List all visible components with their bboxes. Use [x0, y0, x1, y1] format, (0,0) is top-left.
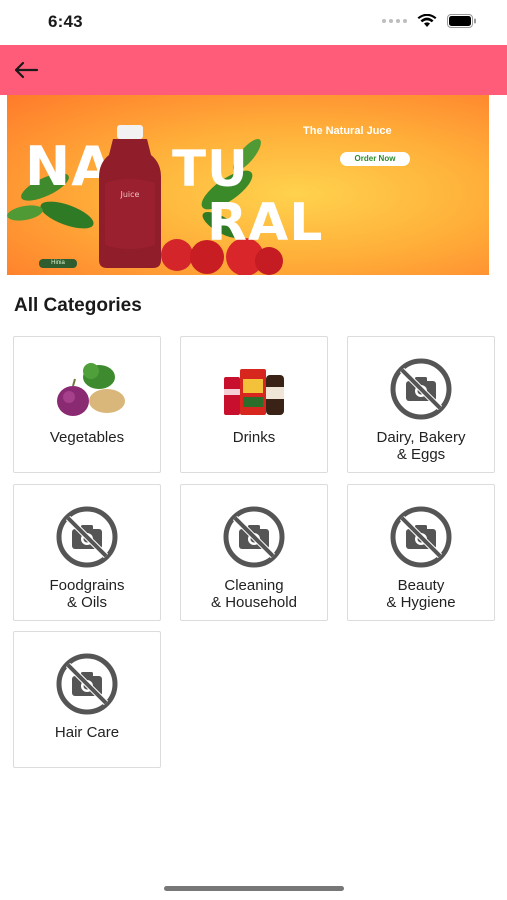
category-label: Beauty & Hygiene	[386, 577, 456, 611]
category-card-vegetables[interactable]: Vegetables	[13, 336, 161, 473]
signal-icon	[382, 19, 407, 23]
banner-tagline: The Natural Juce	[303, 125, 392, 137]
category-card-dairy-bakery-eggs[interactable]: Dairy, Bakery & Eggs	[347, 336, 495, 473]
no-image-icon	[348, 358, 494, 420]
banner-word-ral: RAL	[207, 193, 324, 253]
no-image-icon	[348, 506, 494, 568]
wifi-icon	[417, 14, 437, 27]
home-indicator[interactable]	[164, 886, 344, 891]
status-icons	[382, 14, 477, 28]
category-card-beauty-hygiene[interactable]: Beauty & Hygiene	[347, 484, 495, 621]
no-image-icon	[181, 506, 327, 568]
order-now-button[interactable]: Order Now	[340, 152, 410, 166]
drinks-icon	[181, 359, 327, 419]
category-label: Hair Care	[54, 724, 120, 741]
category-label: Dairy, Bakery & Eggs	[376, 429, 466, 463]
status-bar: 6:43	[0, 0, 507, 45]
category-card-foodgrains-oils[interactable]: Foodgrains & Oils	[13, 484, 161, 621]
battery-icon	[447, 14, 476, 28]
back-arrow-icon	[14, 61, 39, 79]
banner-badge: Hinia	[39, 259, 77, 268]
app-header	[0, 45, 507, 95]
promo-banner[interactable]: NA Juice TU RAL The Natural Juce Order N…	[7, 95, 489, 275]
section-title: All Categories	[14, 295, 142, 316]
category-card-cleaning-household[interactable]: Cleaning & Household	[180, 484, 328, 621]
juice-bottle-image: Juice	[99, 125, 161, 268]
category-label: Cleaning & Household	[211, 577, 297, 611]
category-label: Foodgrains & Oils	[49, 577, 125, 611]
category-label: Drinks	[232, 429, 276, 446]
banner-word-tu: TU	[172, 140, 249, 198]
status-time: 6:43	[48, 12, 83, 31]
category-card-drinks[interactable]: Drinks	[180, 336, 328, 473]
no-image-icon	[14, 653, 160, 715]
category-card-hair-care[interactable]: Hair Care	[13, 631, 161, 768]
no-image-icon	[14, 506, 160, 568]
category-label: Vegetables	[49, 429, 125, 446]
vegetables-icon	[14, 359, 160, 419]
bottle-label: Juice	[120, 190, 140, 199]
back-button[interactable]	[10, 56, 42, 84]
